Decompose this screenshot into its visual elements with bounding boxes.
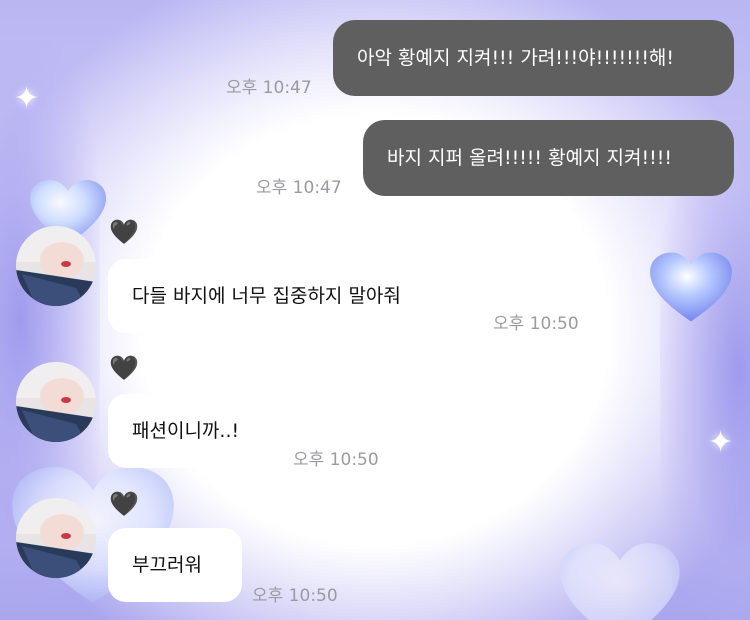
incoming-message[interactable]: 다들 바지에 너무 집중하지 말아줘: [108, 259, 476, 333]
black-heart-icon: 🖤: [109, 354, 139, 382]
chat-screen: ✦ ✦ 오후 10:47 아악 황예지 지켜!!! 가려!!!야!!!!!!!해…: [0, 0, 750, 620]
heart-decoration: [560, 543, 680, 620]
sparkle-icon: ✦: [708, 425, 734, 460]
profile-avatar[interactable]: [16, 498, 96, 578]
outgoing-message[interactable]: 바지 지퍼 올려!!!!! 황예지 지켜!!!!: [363, 120, 734, 196]
incoming-message[interactable]: 패션이니까..!: [108, 394, 278, 468]
black-heart-icon: 🖤: [109, 490, 139, 518]
avatar-image: [16, 498, 96, 578]
incoming-message[interactable]: 부끄러워: [108, 528, 242, 602]
avatar-image: [16, 226, 96, 306]
sparkle-icon: ✦: [14, 81, 40, 116]
outgoing-message[interactable]: 아악 황예지 지켜!!! 가려!!!야!!!!!!!해!: [333, 20, 734, 96]
black-heart-icon: 🖤: [109, 218, 139, 246]
heart-decoration: [650, 252, 732, 322]
profile-avatar[interactable]: [16, 226, 96, 306]
profile-avatar[interactable]: [16, 362, 96, 442]
message-timestamp: 오후 10:47: [256, 178, 342, 198]
avatar-image: [16, 362, 96, 442]
message-timestamp: 오후 10:50: [252, 586, 338, 606]
message-timestamp: 오후 10:47: [226, 78, 312, 98]
message-timestamp: 오후 10:50: [493, 314, 579, 334]
message-timestamp: 오후 10:50: [293, 450, 379, 470]
